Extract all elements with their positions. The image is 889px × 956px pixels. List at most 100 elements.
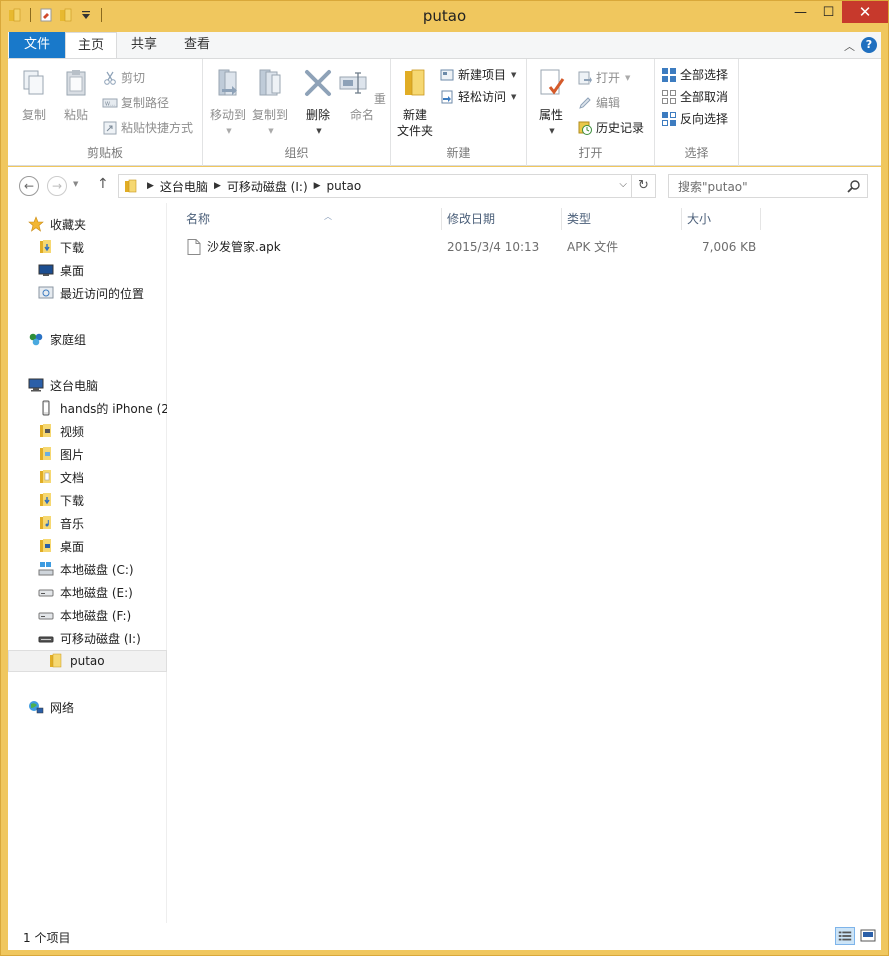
- nav-favorites[interactable]: 收藏夹: [8, 213, 167, 235]
- breadcrumb-putao[interactable]: putao: [327, 179, 362, 193]
- close-button[interactable]: ✕: [842, 1, 888, 23]
- new-folder-button[interactable]: 新建 文件夹: [393, 67, 437, 139]
- history-button[interactable]: 历史记录: [577, 119, 644, 136]
- navigation-pane[interactable]: 收藏夹 下载 桌面 最近访问的位置 家庭组 这台电脑 hands的 iPhone…: [8, 203, 167, 923]
- copy-to-button[interactable]: 复制到 ▼: [250, 67, 290, 139]
- tab-file[interactable]: 文件: [9, 32, 65, 58]
- breadcrumb-this-pc[interactable]: 这台电脑: [160, 178, 208, 195]
- nav-label: 收藏夹: [50, 217, 87, 232]
- nav-this-pc[interactable]: 这台电脑: [8, 374, 167, 396]
- organize-group: 移动到 ▼ 复制到 ▼ 删除 ▼ 重命名 组织: [203, 59, 391, 166]
- copy-to-icon: [259, 69, 281, 96]
- paste-shortcut-button[interactable]: 粘贴快捷方式: [102, 119, 193, 136]
- up-button[interactable]: ↑: [97, 176, 109, 192]
- properties-icon: [540, 69, 565, 95]
- new-item-button[interactable]: 新建项目 ▼: [439, 66, 516, 83]
- column-header-date-label: 修改日期: [447, 212, 496, 226]
- easy-access-icon: [441, 90, 453, 103]
- nav-label: 这台电脑: [50, 378, 99, 393]
- tab-view[interactable]: 查看: [174, 32, 220, 58]
- nav-label: 下载: [60, 240, 85, 255]
- tab-home[interactable]: 主页: [65, 32, 117, 59]
- nav-network[interactable]: 网络: [8, 696, 167, 718]
- title-bar[interactable]: putao — ☐ ✕: [1, 1, 888, 31]
- invert-selection-label: 反向选择: [680, 112, 729, 126]
- nav-homegroup[interactable]: 家庭组: [8, 328, 167, 350]
- minimize-button[interactable]: —: [786, 1, 815, 23]
- nav-drive-c[interactable]: 本地磁盘 (C:): [8, 558, 167, 580]
- easy-access-button[interactable]: 轻松访问 ▼: [439, 88, 516, 105]
- breadcrumb-chevron-icon[interactable]: ▶: [314, 181, 321, 191]
- breadcrumb-chevron-icon[interactable]: ▶: [214, 181, 221, 191]
- column-header-date[interactable]: 修改日期: [447, 208, 562, 230]
- move-to-button[interactable]: 移动到 ▼: [208, 67, 248, 139]
- edit-button[interactable]: 编辑: [577, 94, 620, 111]
- history-label: 历史记录: [596, 121, 645, 135]
- nav-drive-i[interactable]: 可移动磁盘 (I:): [8, 627, 167, 649]
- breadcrumb-drive-i[interactable]: 可移动磁盘 (I:): [227, 178, 308, 195]
- hard-drive-icon: [38, 612, 54, 620]
- nav-fav-recent[interactable]: 最近访问的位置: [8, 282, 167, 304]
- invert-selection-icon: [662, 111, 676, 126]
- select-all-button[interactable]: 全部选择: [661, 66, 728, 83]
- properties-label: 属性: [538, 108, 563, 122]
- nav-label: 下载: [60, 493, 85, 508]
- file-name: 沙发管家.apk: [207, 240, 281, 254]
- column-header-type[interactable]: 类型: [567, 208, 682, 230]
- refresh-button[interactable]: ↻: [632, 174, 656, 198]
- open-button[interactable]: 打开 ▼: [577, 69, 630, 86]
- file-row[interactable]: 沙发管家.apk 2015/3/4 10:13 APK 文件 7,006 KB: [182, 235, 762, 259]
- nav-pictures[interactable]: 图片: [8, 443, 167, 465]
- delete-button[interactable]: 删除 ▼: [300, 67, 336, 139]
- invert-selection-button[interactable]: 反向选择: [661, 110, 728, 127]
- copy-button[interactable]: 复制: [16, 67, 52, 123]
- nav-drive-f[interactable]: 本地磁盘 (F:): [8, 604, 167, 626]
- address-bar[interactable]: ▶ 这台电脑 ▶ 可移动磁盘 (I:) ▶ putao ⌵: [118, 174, 632, 198]
- nav-drive-e[interactable]: 本地磁盘 (E:): [8, 581, 167, 603]
- search-icon[interactable]: [847, 179, 861, 193]
- copy-path-button[interactable]: W… 复制路径: [102, 94, 169, 111]
- file-list[interactable]: 名称 ︿ 修改日期 类型 大小 沙发管家.apk 2015/3/4 10:13 …: [168, 203, 881, 923]
- nav-label: 最近访问的位置: [60, 286, 145, 301]
- maximize-button[interactable]: ☐: [815, 1, 842, 23]
- search-input[interactable]: 搜索"putao": [668, 174, 868, 198]
- tab-share[interactable]: 共享: [121, 32, 167, 58]
- address-dropdown-icon[interactable]: ⌵: [619, 179, 627, 190]
- column-header-size[interactable]: 大小: [687, 208, 761, 230]
- column-header-name-label: 名称: [186, 212, 211, 226]
- nav-documents[interactable]: 文档: [8, 466, 167, 488]
- forward-button[interactable]: →: [47, 176, 67, 196]
- nav-downloads[interactable]: 下载: [8, 489, 167, 511]
- nav-videos[interactable]: 视频: [8, 420, 167, 442]
- select-none-button[interactable]: 全部取消: [661, 88, 728, 105]
- paste-shortcut-label: 粘贴快捷方式: [121, 121, 194, 135]
- breadcrumb-chevron-icon[interactable]: ▶: [147, 181, 154, 191]
- clipboard-group-label: 剪贴板: [86, 146, 123, 160]
- select-none-icon: [662, 89, 676, 104]
- details-view-icon[interactable]: [835, 927, 855, 945]
- back-button[interactable]: ←: [19, 176, 39, 196]
- rename-icon: [339, 72, 367, 94]
- nav-label: 文档: [60, 470, 85, 485]
- downloads-folder-icon: [40, 493, 51, 506]
- nav-putao[interactable]: putao: [8, 650, 167, 672]
- nav-desktop[interactable]: 桌面: [8, 535, 167, 557]
- help-icon[interactable]: ?: [861, 37, 877, 53]
- recent-places-icon: [38, 286, 54, 299]
- large-icons-view-icon[interactable]: [858, 927, 878, 945]
- paste-button[interactable]: 粘贴: [58, 67, 94, 123]
- nav-fav-downloads[interactable]: 下载: [8, 236, 167, 258]
- collapse-ribbon-icon[interactable]: ︿: [844, 38, 855, 54]
- recent-locations-chevron-icon[interactable]: ▼: [73, 180, 78, 188]
- nav-fav-desktop[interactable]: 桌面: [8, 259, 167, 281]
- nav-music[interactable]: 音乐: [8, 512, 167, 534]
- paste-shortcut-icon: [103, 121, 117, 134]
- nav-iphone[interactable]: hands的 iPhone (2: [8, 397, 167, 419]
- paste-label: 粘贴: [63, 108, 88, 122]
- rename-button[interactable]: 重命名: [338, 67, 386, 123]
- nav-label: hands的 iPhone (2: [60, 401, 167, 416]
- column-header-name[interactable]: 名称 ︿: [186, 208, 442, 230]
- nav-label: 音乐: [60, 516, 85, 531]
- cut-button[interactable]: 剪切: [102, 69, 145, 86]
- properties-button[interactable]: 属性 ▼: [533, 67, 569, 139]
